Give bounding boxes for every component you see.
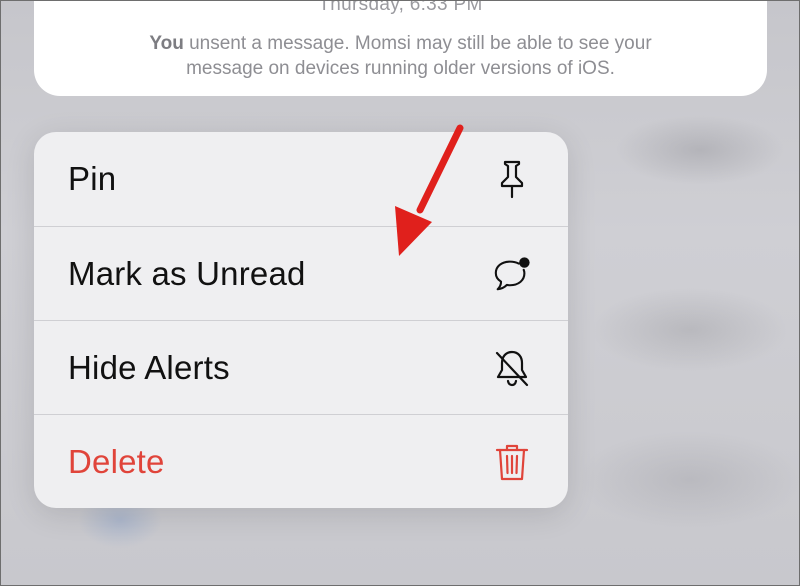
note-text-line1: unsent a message. Momsi may still be abl… [183,33,652,54]
note-text-line2: message on devices running older version… [186,58,615,79]
unread-message-icon [492,254,532,294]
unsent-message-note: You unsent a message. Momsi may still be… [74,31,727,81]
pin-icon [492,159,532,199]
menu-item-label: Mark as Unread [68,254,306,292]
menu-item-pin[interactable]: Pin [34,132,568,226]
menu-item-mark-as-unread[interactable]: Mark as Unread [34,226,568,320]
bell-slash-icon [492,348,532,388]
menu-item-label: Pin [68,160,117,197]
menu-item-label: Delete [68,442,165,480]
menu-item-delete[interactable]: Delete [34,414,568,508]
message-card: Thursday, 6:33 PM You unsent a message. … [34,0,767,96]
message-timestamp: Thursday, 6:33 PM [318,0,483,15]
note-subject: You [149,33,184,54]
menu-item-hide-alerts[interactable]: Hide Alerts [34,320,568,414]
conversation-context-menu: Pin Mark as Unread Hide Alerts Delete [34,132,568,508]
menu-item-label: Hide Alerts [68,348,230,386]
trash-icon [492,442,532,482]
